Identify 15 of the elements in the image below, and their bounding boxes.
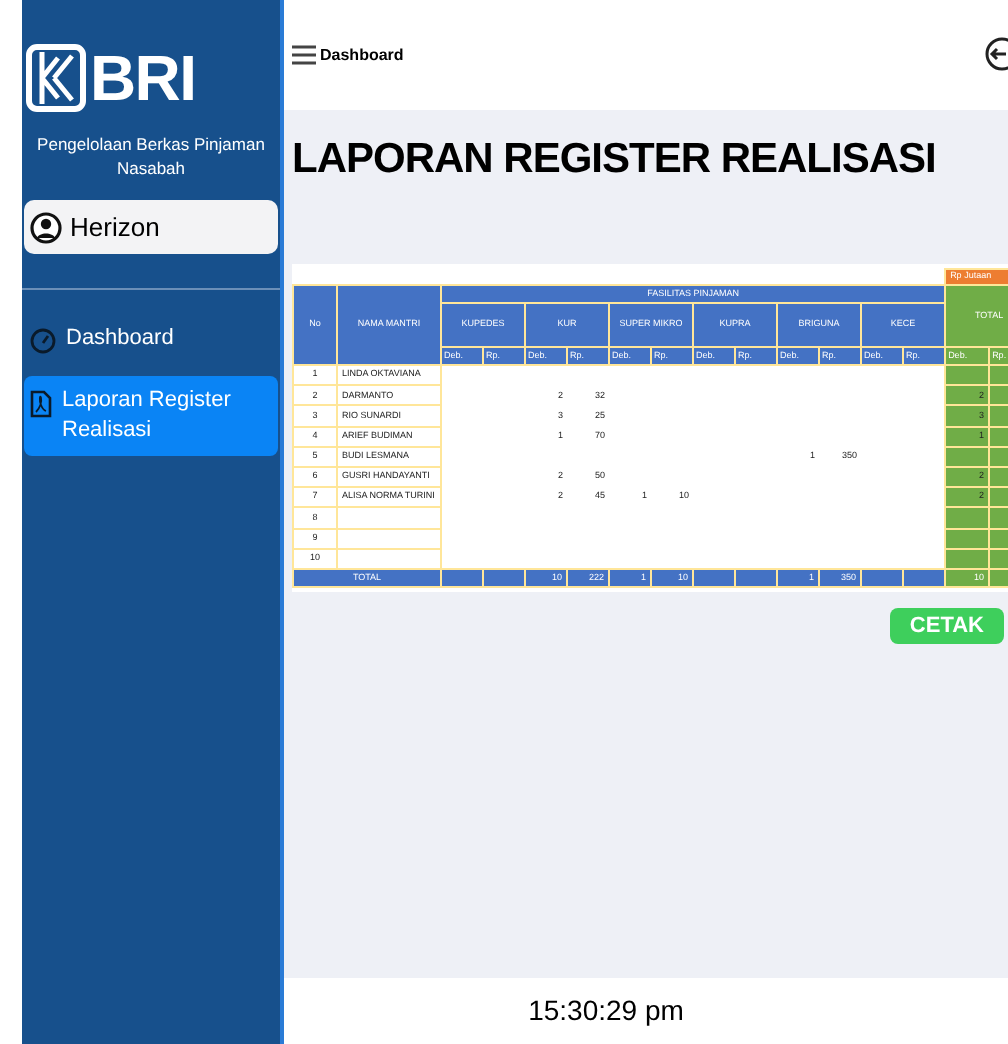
- page-title: LAPORAN REGISTER REALISASI: [292, 134, 938, 186]
- header-title: Dashboard: [320, 43, 404, 67]
- logo-mark-icon: [26, 44, 86, 112]
- nav-item[interactable]: Dashboard: [24, 314, 278, 364]
- app-subtitle: Pengelolaan Berkas Pinjaman Nasabah: [35, 132, 267, 180]
- gauge-icon: [30, 328, 56, 354]
- nav-item[interactable]: Laporan Register Realisasi: [24, 376, 278, 456]
- clock-time: 15:30:29 pm: [528, 992, 684, 1030]
- logo-text: BRI: [90, 46, 196, 110]
- user-name: Herizon: [70, 209, 160, 246]
- pdf-file-icon: [30, 390, 52, 418]
- user-card[interactable]: Herizon: [24, 200, 278, 254]
- user-icon: [30, 211, 62, 243]
- menu-icon[interactable]: [292, 44, 316, 66]
- logout-icon[interactable]: [984, 36, 1008, 72]
